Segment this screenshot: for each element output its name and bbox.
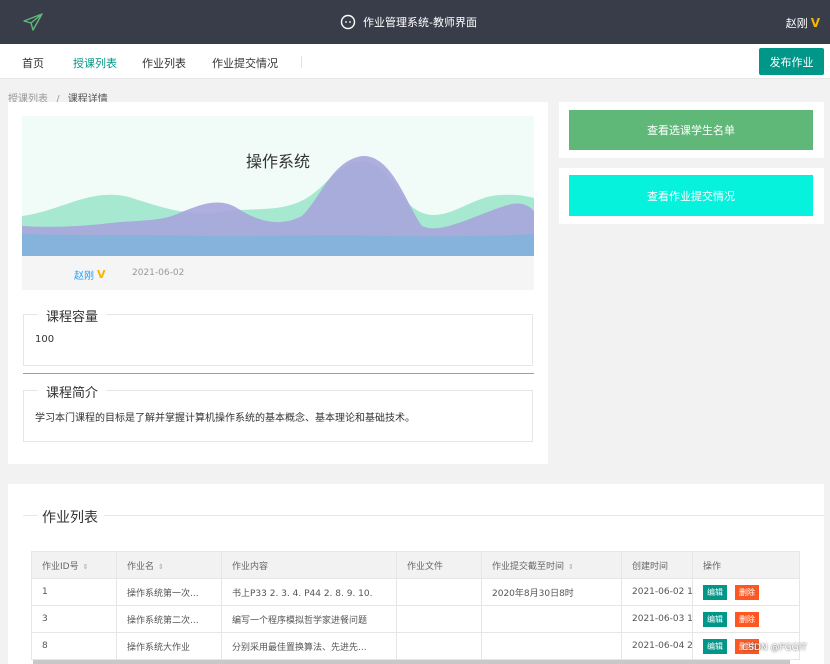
app-title: 作业管理系统-教师界面 (363, 16, 477, 29)
cell-file (396, 578, 482, 606)
nav-divider (301, 56, 302, 68)
cell-name: 操作系统大作业 (116, 632, 222, 660)
cell-created: 2021-06-04 23 (621, 632, 693, 660)
cell-content: 分别采用最佳置换算法、先进先... (221, 632, 397, 660)
vip-badge-icon: V (97, 268, 106, 281)
wave-illustration (22, 155, 534, 256)
section-divider (23, 373, 534, 374)
cell-content: 书上P33 2. 3. 4. P44 2. 8. 9. 10. (221, 578, 397, 606)
submissions-action-card: 查看作业提交情况 (559, 168, 824, 224)
col-header-deadline[interactable]: 作业提交截至时间 ⇕ (481, 551, 622, 579)
edit-button[interactable]: 编辑 (703, 584, 727, 600)
course-banner: 操作系统 (22, 116, 534, 256)
intro-legend: 课程简介 (38, 382, 107, 401)
course-author[interactable]: 赵刚 V (74, 267, 106, 282)
nav-item-home[interactable]: 首页 (22, 55, 44, 71)
cell-created: 2021-06-03 10 (621, 605, 693, 633)
top-header: 作业管理系统-教师界面 赵刚 V (0, 0, 830, 44)
cell-file (396, 605, 482, 633)
sort-icon[interactable]: ⇕ (568, 563, 574, 571)
cell-deadline: 2020年8月30日8时 (481, 578, 622, 606)
user-menu[interactable]: 赵刚 V (786, 15, 820, 31)
cell-id: 8 (31, 632, 117, 660)
cell-actions: 编辑 删除 (692, 605, 800, 633)
legend-line-right (104, 515, 824, 516)
paper-plane-icon[interactable] (22, 12, 44, 32)
user-name[interactable]: 赵刚 (786, 15, 808, 31)
homework-list-card: 作业列表 作业ID号 ⇕ 作业名 ⇕ 作业内容 作业文件 作业提交截至时间 ⇕ 创建时… (8, 484, 824, 664)
cell-deadline (481, 632, 622, 660)
horizontal-scrollbar[interactable] (33, 660, 790, 664)
col-header-created: 创建时间 (621, 551, 693, 579)
view-submissions-button[interactable]: 查看作业提交情况 (569, 175, 813, 216)
nav-item-submissions[interactable]: 作业提交情况 (212, 55, 278, 71)
cell-file (396, 632, 482, 660)
col-header-id[interactable]: 作业ID号 ⇕ (31, 551, 117, 579)
sort-icon[interactable]: ⇕ (158, 563, 164, 571)
edit-button[interactable]: 编辑 (703, 638, 727, 654)
table-row[interactable]: 3 操作系统第二次... 编写一个程序模拟哲学家进餐问题 2021-06-03 … (31, 605, 800, 633)
delete-button[interactable]: 删除 (735, 611, 759, 627)
publish-homework-button[interactable]: 发布作业 (759, 48, 824, 75)
table-row[interactable]: 8 操作系统大作业 分别采用最佳置换算法、先进先... 2021-06-04 2… (31, 632, 800, 660)
col-header-file: 作业文件 (396, 551, 482, 579)
nav-item-homework-list[interactable]: 作业列表 (142, 55, 186, 71)
main-nav: 首页 授课列表 作业列表 作业提交情况 发布作业 (0, 44, 830, 79)
header-title-group: 作业管理系统-教师界面 (340, 13, 477, 31)
students-action-card: 查看选课学生名单 (559, 102, 824, 158)
intro-fieldset: 课程简介 学习本门课程的目标是了解并掌握计算机操作系统的基本概念、基本理论和基础… (23, 382, 533, 442)
table-row[interactable]: 1 操作系统第一次... 书上P33 2. 3. 4. P44 2. 8. 9.… (31, 578, 800, 606)
col-header-content: 作业内容 (221, 551, 397, 579)
homework-list-title: 作业列表 (42, 510, 98, 526)
cell-content: 编写一个程序模拟哲学家进餐问题 (221, 605, 397, 633)
course-title: 操作系统 (245, 152, 310, 171)
capacity-value: 100 (35, 334, 55, 345)
cell-actions: 编辑 删除 (692, 578, 800, 606)
cell-name: 操作系统第一次... (116, 578, 222, 606)
view-students-button[interactable]: 查看选课学生名单 (569, 110, 813, 150)
nav-item-course-list[interactable]: 授课列表 (73, 55, 117, 71)
cell-deadline (481, 605, 622, 633)
cell-created: 2021-06-02 12 (621, 578, 693, 606)
cell-id: 1 (31, 578, 117, 606)
course-meta: 赵刚 V 2021-06-02 (22, 256, 534, 290)
chat-bubble-icon (340, 14, 356, 30)
vip-badge-icon: V (810, 16, 820, 30)
capacity-legend: 课程容量 (38, 306, 107, 325)
sort-icon[interactable]: ⇕ (83, 563, 89, 571)
homework-table: 作业ID号 ⇕ 作业名 ⇕ 作业内容 作业文件 作业提交截至时间 ⇕ 创建时间 操作 … (31, 551, 800, 660)
delete-button[interactable]: 删除 (735, 584, 759, 600)
table-header-row: 作业ID号 ⇕ 作业名 ⇕ 作业内容 作业文件 作业提交截至时间 ⇕ 创建时间 操作 (31, 551, 800, 579)
legend-line-left (23, 515, 38, 516)
course-date: 2021-06-02 (132, 268, 185, 278)
capacity-fieldset: 课程容量 100 (23, 306, 533, 366)
intro-text: 学习本门课程的目标是了解并掌握计算机操作系统的基本概念、基本理论和基础技术。 (35, 413, 415, 424)
col-header-name[interactable]: 作业名 ⇕ (116, 551, 222, 579)
edit-button[interactable]: 编辑 (703, 611, 727, 627)
watermark: CSDN @FGGIT (742, 643, 807, 653)
author-name[interactable]: 赵刚 (74, 267, 94, 282)
col-header-actions: 操作 (692, 551, 800, 579)
cell-name: 操作系统第二次... (116, 605, 222, 633)
cell-id: 3 (31, 605, 117, 633)
course-detail-card: 操作系统 赵刚 V 2021-06-02 课程容量 100 课程简介 学习本门课… (8, 102, 548, 464)
